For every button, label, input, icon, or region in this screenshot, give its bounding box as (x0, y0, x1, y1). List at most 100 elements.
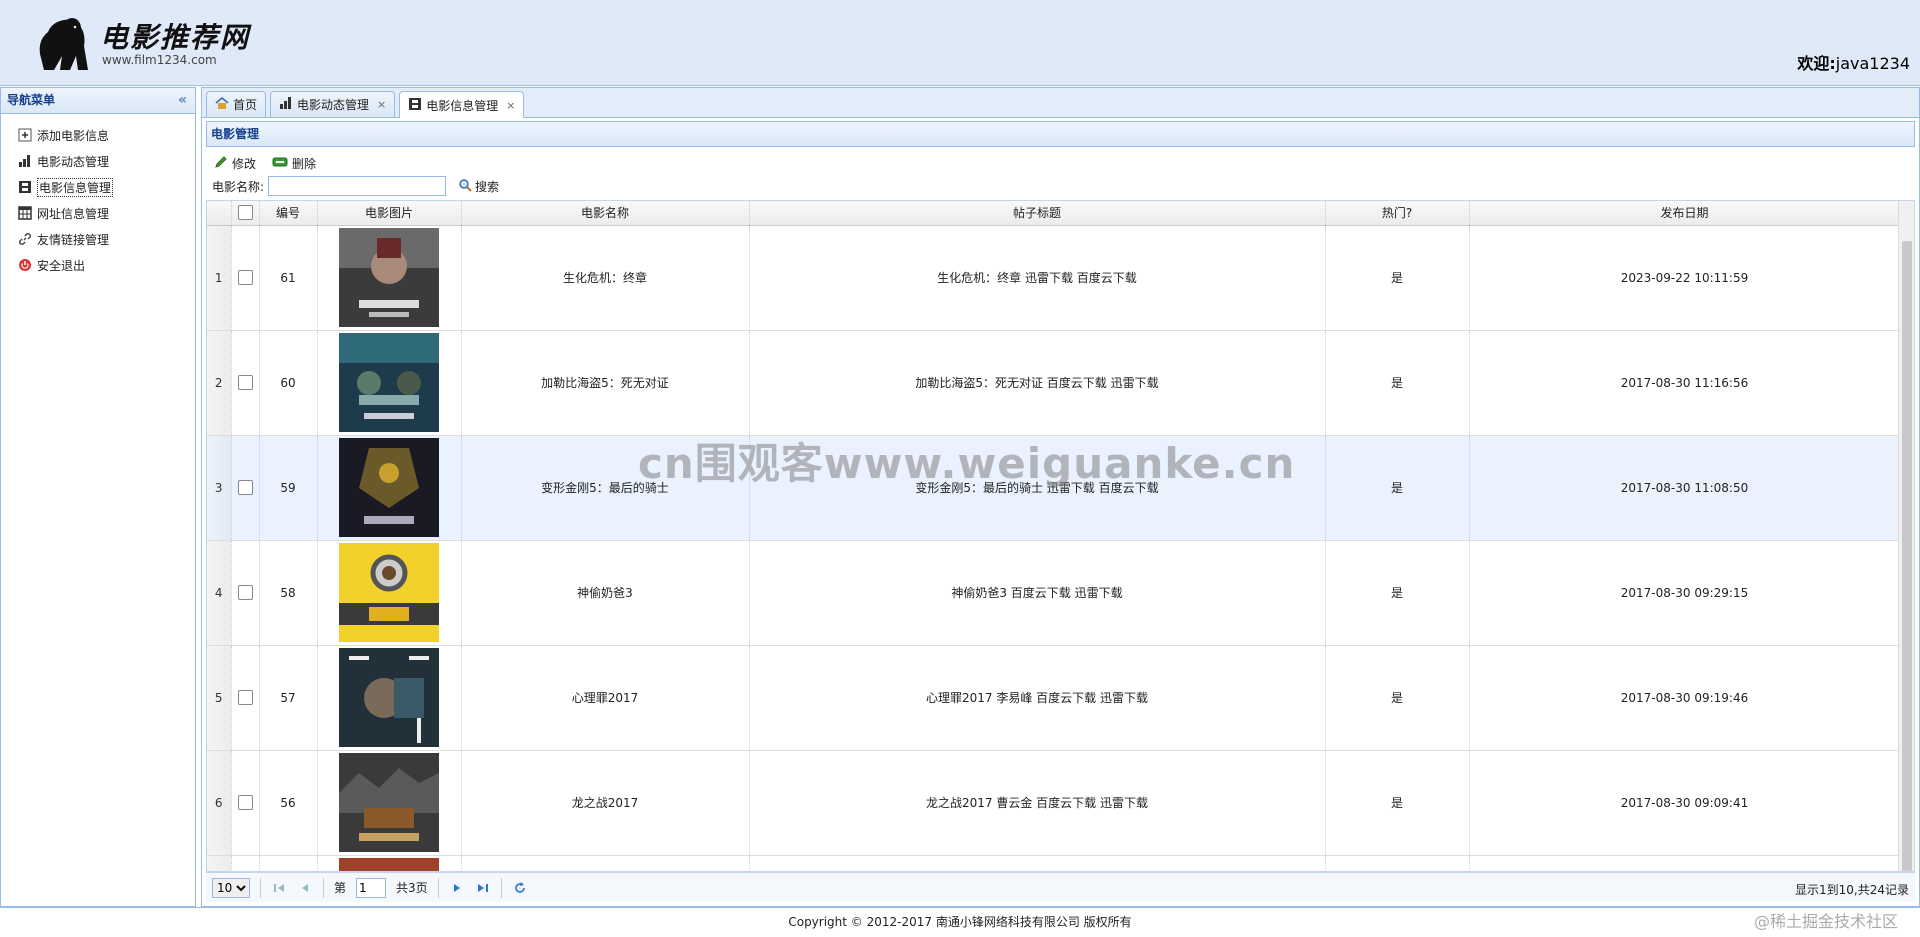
link-icon (17, 231, 33, 247)
tab-label: 电影动态管理 (297, 98, 370, 112)
cell-hot: 是 (1325, 750, 1470, 856)
cell-hot: 是 (1325, 225, 1470, 331)
movie-poster (339, 333, 439, 432)
site-header: 电影推荐网 www.film1234.com 欢迎:java1234 (0, 0, 1920, 86)
site-title: 电影推荐网 (100, 21, 251, 54)
select-all-checkbox[interactable] (237, 205, 253, 221)
next-page-icon[interactable] (449, 880, 465, 896)
page-total: 共3页 (396, 881, 428, 895)
row-select[interactable] (231, 645, 260, 751)
cell-name: 变形金刚5：最后的骑士 (461, 435, 750, 541)
row-select[interactable] (231, 855, 260, 871)
table-row[interactable]: 2 60 加勒比海盗5：死无对证 加勒比海盗5：死无对证 百度云下载 迅雷下载 … (207, 330, 1901, 436)
cell-hot: 是 (1325, 330, 1470, 436)
sidebar-item-add-movie[interactable]: 添加电影信息 (17, 122, 195, 148)
page-prefix: 第 (334, 881, 347, 895)
film-icon (17, 179, 33, 195)
close-icon[interactable]: × (506, 99, 515, 112)
cell-date: 2023-09-22 10:11:59 (1469, 225, 1901, 331)
cell-image (317, 750, 462, 856)
delete-button[interactable]: 删除 (272, 153, 316, 173)
search-button[interactable]: 搜索 (458, 178, 499, 195)
sidebar-item-label: 电影动态管理 (37, 154, 110, 169)
col-header-title[interactable]: 帖子标题 (749, 201, 1326, 226)
sidebar-item-links[interactable]: 友情链接管理 (17, 226, 195, 252)
movie-name-input[interactable] (268, 176, 447, 196)
scrollbar-thumb[interactable] (1902, 241, 1912, 871)
page-size-select[interactable]: 10 (212, 877, 250, 898)
page-number-input[interactable] (356, 877, 387, 898)
row-select[interactable] (231, 540, 260, 646)
table-row[interactable]: 1 61 生化危机：终章 生化危机：终章 迅雷下载 百度云下载 是 2023-0… (207, 225, 1901, 331)
collapse-icon[interactable]: « (178, 88, 187, 113)
table-row[interactable]: 6 56 龙之战2017 龙之战2017 曹云金 百度云下载 迅雷下载 是 20… (207, 750, 1901, 856)
table-row[interactable]: 4 58 神偷奶爸3 神偷奶爸3 百度云下载 迅雷下载 是 2017-08-30… (207, 540, 1901, 646)
first-page-icon[interactable] (271, 880, 287, 896)
cell-id: 60 (259, 330, 318, 436)
cell-id: 57 (259, 645, 318, 751)
col-header-id[interactable]: 编号 (259, 201, 318, 226)
cell-date (1469, 855, 1901, 871)
tab-bar: 首页 电影动态管理 × 电影信息管理 × (202, 88, 1919, 118)
row-select[interactable] (231, 750, 260, 856)
row-checkbox[interactable] (237, 585, 253, 600)
search-label: 电影名称: (212, 179, 265, 194)
cell-image (317, 225, 462, 331)
cell-date: 2017-08-30 11:16:56 (1469, 330, 1901, 436)
cell-title: 生化危机：终章 迅雷下载 百度云下载 (749, 225, 1326, 331)
cell-id: 58 (259, 540, 318, 646)
row-select[interactable] (231, 435, 260, 541)
row-number: 6 (207, 750, 232, 856)
sidebar-item-label: 友情链接管理 (37, 232, 110, 247)
refresh-icon[interactable] (512, 880, 528, 896)
cell-image (317, 645, 462, 751)
sidebar-item-movie-info[interactable]: 电影信息管理 (17, 174, 195, 200)
row-checkbox[interactable] (237, 270, 253, 285)
col-header-date[interactable]: 发布日期 (1469, 201, 1901, 226)
tab-movie-news[interactable]: 电影动态管理 × (270, 91, 396, 117)
film-icon (408, 97, 422, 114)
tab-movie-info[interactable]: 电影信息管理 × (399, 91, 525, 118)
vertical-scrollbar[interactable] (1898, 201, 1914, 871)
col-header-hot[interactable]: 热门? (1325, 201, 1470, 226)
nav-menu: 添加电影信息 电影动态管理 电影信息管理 网址信息管理 友情链接管理 安全退出 (1, 114, 195, 278)
sidebar-item-url-info[interactable]: 网址信息管理 (17, 200, 195, 226)
prev-page-icon[interactable] (297, 880, 313, 896)
sidebar-item-label: 电影信息管理 (37, 177, 114, 197)
row-checkbox[interactable] (237, 690, 253, 705)
search-bar: 电影名称: 搜索 (206, 173, 1915, 199)
row-select[interactable] (231, 330, 260, 436)
main-panel: 首页 电影动态管理 × 电影信息管理 × 电影管理 修改 删除 电影名称: 搜索… (201, 87, 1920, 907)
site-logo: 电影推荐网 www.film1234.com (30, 8, 250, 72)
last-page-icon[interactable] (475, 880, 491, 896)
movie-poster (339, 438, 439, 537)
panel-title: 电影管理 (206, 121, 1915, 147)
table-icon (17, 205, 33, 221)
table-row[interactable]: 5 57 心理罪2017 心理罪2017 李易峰 百度云下载 迅雷下载 是 20… (207, 645, 1901, 751)
sidebar-item-logout[interactable]: 安全退出 (17, 252, 195, 278)
edit-button[interactable]: 修改 (214, 153, 256, 173)
sidebar-item-movie-news[interactable]: 电影动态管理 (17, 148, 195, 174)
table-row[interactable] (207, 855, 1901, 871)
cell-image (317, 330, 462, 436)
close-icon[interactable]: × (377, 98, 386, 111)
row-checkbox[interactable] (237, 795, 253, 810)
col-header-name[interactable]: 电影名称 (461, 201, 750, 226)
site-url: www.film1234.com (102, 53, 217, 67)
row-select[interactable] (231, 225, 260, 331)
cell-id (259, 855, 318, 871)
table-row[interactable]: 3 59 变形金刚5：最后的骑士 变形金刚5：最后的骑士 迅雷下载 百度云下载 … (207, 435, 1901, 541)
row-checkbox[interactable] (237, 375, 253, 390)
select-all-header[interactable] (231, 201, 260, 226)
movie-table: 编号 电影图片 电影名称 帖子标题 热门? 发布日期 1 61 生化危机：终章 … (206, 200, 1915, 872)
col-header-image[interactable]: 电影图片 (317, 201, 462, 226)
cell-date: 2017-08-30 09:09:41 (1469, 750, 1901, 856)
movie-poster (339, 543, 439, 642)
movie-poster (339, 858, 439, 871)
movie-poster (339, 753, 439, 852)
row-checkbox[interactable] (237, 480, 253, 495)
add-icon (17, 127, 33, 143)
app-window: 电影推荐网 www.film1234.com 欢迎:java1234 导航菜单 … (0, 0, 1920, 937)
sidebar-item-label: 安全退出 (37, 258, 86, 273)
tab-home[interactable]: 首页 (206, 91, 267, 117)
